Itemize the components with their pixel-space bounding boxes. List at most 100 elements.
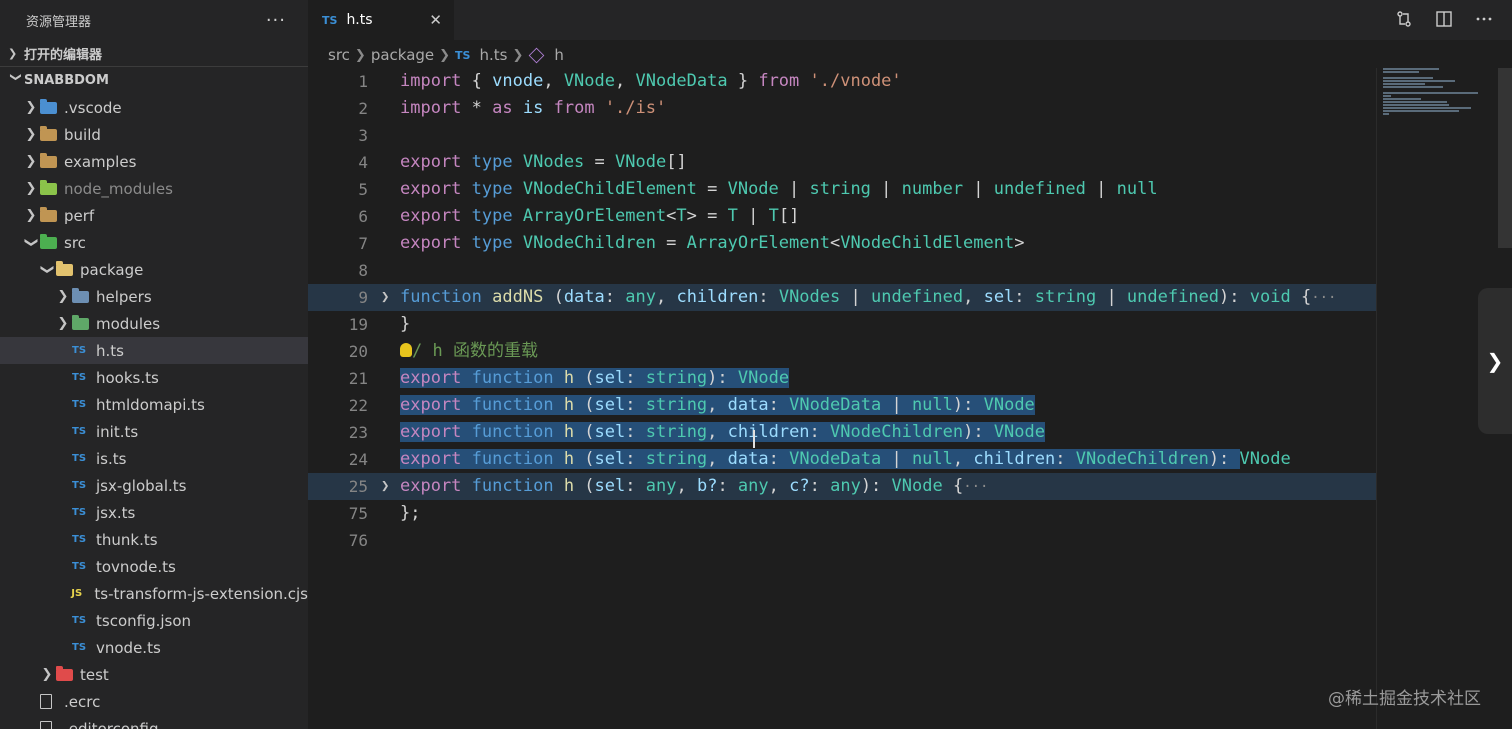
scrollbar-thumb[interactable] (1498, 68, 1512, 248)
tree-item[interactable]: ❯ build (0, 121, 308, 148)
split-editor-icon[interactable] (1434, 9, 1454, 29)
tree-item[interactable]: TS vnode.ts (0, 634, 308, 661)
code-token: VNodeChildren (522, 233, 656, 253)
tree-item-label: examples (64, 152, 137, 171)
code-token: | (1096, 287, 1127, 307)
code-token: , (707, 422, 728, 442)
tree-item[interactable]: JS ts-transform-js-extension.cjs (0, 580, 308, 607)
lightbulb-icon[interactable] (400, 343, 412, 357)
tree-item[interactable]: ❯ node_modules (0, 175, 308, 202)
open-editors-section[interactable]: ❯ 打开的编辑器 (0, 40, 308, 67)
minimap-line (1383, 92, 1478, 94)
code-token: any (830, 476, 861, 496)
close-icon[interactable]: ✕ (429, 11, 442, 29)
folder-node-icon (40, 179, 62, 195)
breadcrumb-src[interactable]: src (328, 46, 350, 64)
code-line[interactable]: 2 import * as is from './is' (308, 95, 1376, 122)
code-line[interactable]: 76 (308, 527, 1376, 554)
code-token: : (758, 287, 779, 307)
tree-item[interactable]: ❯ examples (0, 148, 308, 175)
code-token: | (840, 287, 871, 307)
code-token: VNode (737, 368, 790, 388)
code-line[interactable]: 1 import { vnode, VNode, VNodeData } from… (308, 68, 1376, 95)
code-line[interactable]: 21 export function h (sel: string): VNode (308, 365, 1376, 392)
tree-item[interactable]: TS tovnode.ts (0, 553, 308, 580)
tree-item[interactable]: ❯ .vscode (0, 94, 308, 121)
chevron-right-icon[interactable]: ❯ (1478, 288, 1512, 434)
code-token: type (471, 152, 513, 172)
code-token: export (400, 233, 462, 253)
tree-item[interactable]: TS hooks.ts (0, 364, 308, 391)
more-actions-icon[interactable]: ··· (266, 10, 286, 31)
code-text: export type VNodeChildren = ArrayOrEleme… (400, 230, 1024, 257)
fold-chevron-icon[interactable]: ❯ (381, 284, 389, 311)
tree-item[interactable]: .ecrc (0, 688, 308, 715)
code-token: function (471, 476, 554, 496)
code-token: undefined (1126, 287, 1220, 307)
tree-item-label: thunk.ts (96, 530, 158, 549)
tree-item[interactable]: TS h.ts (0, 337, 308, 364)
more-actions-icon[interactable] (1474, 9, 1494, 29)
tree-item[interactable]: ❯ modules (0, 310, 308, 337)
code-token: VNodeData (789, 449, 882, 469)
code-line[interactable]: 9 ❯ function addNS (data: any, children: V… (308, 284, 1376, 311)
code-line[interactable]: 4 export type VNodes = VNode[] (308, 149, 1376, 176)
tree-item[interactable]: TS htmldomapi.ts (0, 391, 308, 418)
code-text: export function h (sel: string, children… (400, 419, 1045, 446)
code-line[interactable]: 19} (308, 311, 1376, 338)
code-line[interactable]: 3 (308, 122, 1376, 149)
code-token: export (400, 449, 462, 469)
tree-item[interactable]: TS init.ts (0, 418, 308, 445)
line-number: 4 (358, 153, 368, 172)
tree-item[interactable]: ❯ helpers (0, 283, 308, 310)
tree-item-label: node_modules (64, 179, 173, 198)
code-token: < (829, 233, 841, 253)
selection: export function h (sel: string): VNode (400, 368, 790, 388)
tree-item[interactable]: .editorconfig (0, 715, 308, 729)
code-token: function (471, 449, 554, 469)
code-line[interactable]: 23 export function h (sel: string, childr… (308, 419, 1376, 446)
workspace-root-section[interactable]: ❯ SNABBDOM (0, 67, 308, 94)
minimap-line (1383, 104, 1449, 106)
breadcrumb-package[interactable]: package (371, 46, 434, 64)
tab-h-ts[interactable]: TS h.ts ✕ (308, 0, 454, 40)
code-text: } (400, 311, 410, 338)
explorer-title: 资源管理器 (26, 14, 92, 30)
breadcrumb-symbol[interactable]: h (554, 46, 564, 64)
code-line[interactable]: 20 / h 函数的重载 (308, 338, 1376, 365)
code-line[interactable]: 7 export type VNodeChildren = ArrayOrElem… (308, 230, 1376, 257)
code-line[interactable]: 24 export function h (sel: string, data: … (308, 446, 1376, 473)
tab-label: h.ts (346, 12, 373, 28)
code-text: / h 函数的重载 (400, 338, 538, 365)
compare-changes-icon[interactable] (1394, 9, 1414, 29)
code-line[interactable]: 5 export type VNodeChildElement = VNode |… (308, 176, 1376, 203)
tree-item[interactable]: ❯ src (0, 229, 308, 256)
tree-item[interactable]: TS is.ts (0, 445, 308, 472)
tree-item[interactable]: TS tsconfig.json (0, 607, 308, 634)
tree-item[interactable]: TS thunk.ts (0, 526, 308, 553)
tree-item[interactable]: ❯ test (0, 661, 308, 688)
code-token: : (1055, 449, 1076, 469)
code-line[interactable]: 22 export function h (sel: string, data: … (308, 392, 1376, 419)
ts-file-icon: TS (72, 453, 87, 464)
code-line[interactable]: 75}; (308, 500, 1376, 527)
breadcrumb-file[interactable]: h.ts (479, 46, 507, 64)
chevron-down-icon: ❯ (39, 264, 55, 275)
tree-item-label: .vscode (64, 98, 122, 117)
code-editor[interactable]: 1 import { vnode, VNode, VNodeData } from… (308, 68, 1376, 729)
tree-item-label: tsconfig.json (96, 611, 192, 630)
code-line[interactable]: 25 ❯ export function h (sel: any, b?: any,… (308, 473, 1376, 500)
tree-item[interactable]: TS jsx.ts (0, 499, 308, 526)
code-text: import * as is from './is' (400, 95, 666, 122)
code-line[interactable]: 6 export type ArrayOrElement<T> = T | T[] (308, 203, 1376, 230)
tree-item[interactable]: ❯ perf (0, 202, 308, 229)
tree-item[interactable]: ❯ package (0, 256, 308, 283)
line-number: 19 (348, 315, 368, 334)
fold-chevron-icon[interactable]: ❯ (381, 473, 389, 500)
code-line[interactable]: 8 (308, 257, 1376, 284)
code-token: function (400, 287, 482, 307)
tree-item[interactable]: TS jsx-global.ts (0, 472, 308, 499)
code-token: sel (594, 422, 626, 442)
